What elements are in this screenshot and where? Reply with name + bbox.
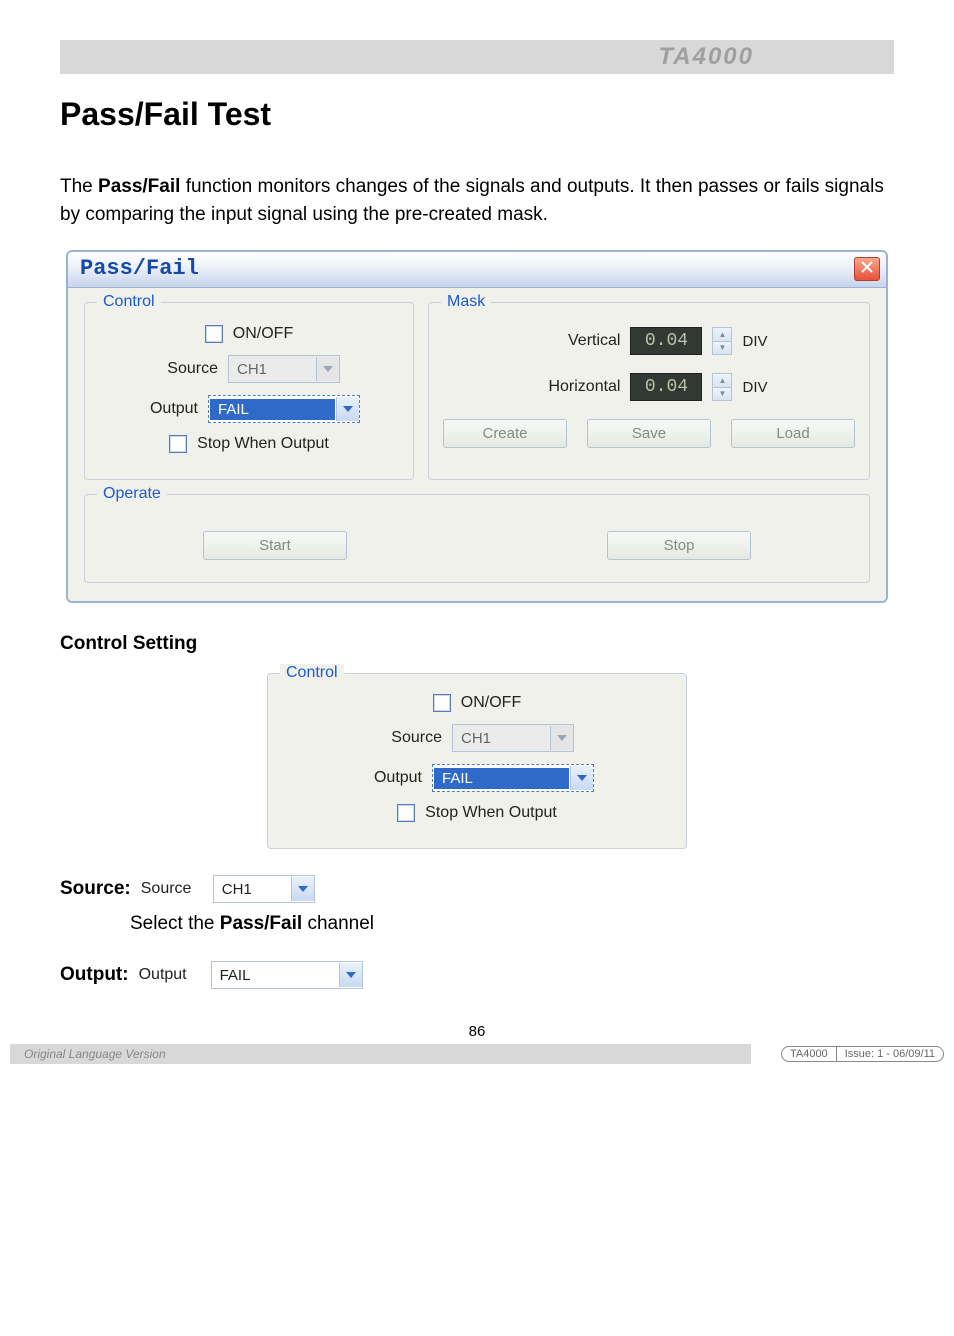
footer: Original Language Version TA4000 Issue: … — [0, 1044, 954, 1064]
vertical-spinner[interactable]: ▲▼ — [712, 327, 732, 355]
control-group: Control ON/OFF Source CH1 Output — [84, 302, 414, 480]
onoff-label: ON/OFF — [233, 325, 293, 343]
source-heading: Source: — [60, 878, 131, 900]
output-value: FAIL — [210, 399, 335, 420]
operate-group: Operate Start Stop — [84, 494, 870, 583]
mask-group: Mask Vertical 0.04 ▲▼ DIV Horizontal 0.0… — [428, 302, 870, 480]
chevron-down-icon — [570, 766, 593, 790]
stopwhen-label-snip: Stop When Output — [425, 804, 557, 822]
save-button[interactable]: Save — [587, 419, 711, 448]
footer-left: Original Language Version — [10, 1044, 751, 1064]
onoff-label-snip: ON/OFF — [461, 694, 521, 712]
source-value: CH1 — [229, 361, 316, 378]
control-setting-heading: Control Setting — [60, 633, 894, 655]
close-button[interactable] — [854, 257, 880, 281]
control-snippet: Control ON/OFF Source CH1 Output FAIL — [267, 673, 687, 849]
chevron-down-icon — [336, 397, 359, 421]
page-number: 86 — [60, 1023, 894, 1040]
control-legend: Control — [97, 293, 161, 311]
output-select[interactable]: FAIL — [208, 395, 360, 423]
horizontal-label: Horizontal — [530, 378, 620, 396]
output-inline-select[interactable]: FAIL — [211, 961, 363, 989]
start-button[interactable]: Start — [203, 531, 347, 560]
source-select[interactable]: CH1 — [228, 355, 340, 383]
control-legend-snip: Control — [280, 664, 344, 682]
onoff-checkbox-snip[interactable] — [433, 694, 451, 712]
operate-legend: Operate — [97, 485, 167, 503]
product-name: TA4000 — [658, 43, 754, 71]
output-heading: Output: — [60, 964, 129, 986]
page-title: Pass/Fail Test — [60, 96, 894, 133]
footer-issue: Issue: 1 - 06/09/11 — [836, 1047, 943, 1061]
output-select-snip[interactable]: FAIL — [432, 764, 594, 792]
source-desc: Select the Pass/Fail channel — [130, 913, 894, 935]
output-label-snip: Output — [360, 769, 422, 787]
vertical-value: 0.04 — [630, 327, 702, 355]
stopwhen-checkbox-snip[interactable] — [397, 804, 415, 822]
onoff-checkbox[interactable] — [205, 325, 223, 343]
chevron-down-icon — [550, 726, 573, 750]
vertical-label: Vertical — [530, 332, 620, 350]
horizontal-unit: DIV — [742, 379, 767, 396]
source-label: Source — [158, 360, 218, 378]
chevron-down-icon — [291, 877, 314, 901]
intro-text: The Pass/Fail function monitors changes … — [60, 173, 894, 228]
chevron-down-icon — [339, 963, 362, 987]
output-inline-value: FAIL — [212, 967, 339, 984]
horizontal-spinner[interactable]: ▲▼ — [712, 373, 732, 401]
source-inline-label: Source — [141, 880, 203, 898]
stopwhen-label: Stop When Output — [197, 435, 329, 453]
horizontal-value: 0.04 — [630, 373, 702, 401]
dialog-title: Pass/Fail — [80, 256, 199, 281]
dialog-titlebar: Pass/Fail — [68, 252, 886, 288]
footer-right: TA4000 Issue: 1 - 06/09/11 — [781, 1046, 944, 1062]
output-inline-label: Output — [139, 966, 201, 984]
source-select-snip[interactable]: CH1 — [452, 724, 574, 752]
source-label-snip: Source — [380, 729, 442, 747]
vertical-unit: DIV — [742, 333, 767, 350]
stopwhen-checkbox[interactable] — [169, 435, 187, 453]
output-label: Output — [138, 400, 198, 418]
load-button[interactable]: Load — [731, 419, 855, 448]
create-button[interactable]: Create — [443, 419, 567, 448]
source-inline-value: CH1 — [214, 881, 291, 898]
header-bar: TA4000 — [60, 40, 894, 74]
footer-product: TA4000 — [782, 1047, 836, 1061]
chevron-down-icon — [316, 357, 339, 381]
close-icon — [861, 260, 873, 278]
mask-legend: Mask — [441, 293, 491, 311]
passfail-dialog: Pass/Fail Control ON/OFF Source — [66, 250, 888, 603]
stop-button[interactable]: Stop — [607, 531, 751, 560]
source-inline-select[interactable]: CH1 — [213, 875, 315, 903]
